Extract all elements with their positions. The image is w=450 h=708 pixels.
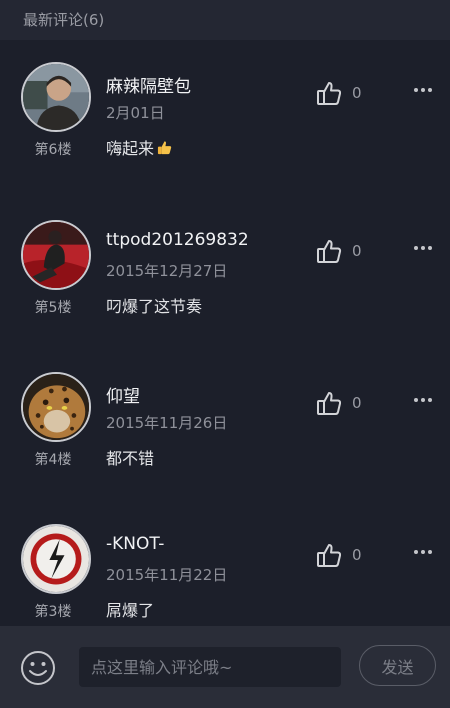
- floor-label: 第3楼: [34, 604, 72, 620]
- thumbs-up-icon[interactable]: [316, 542, 342, 568]
- comment-text: 叼爆了这节奏: [106, 293, 202, 317]
- thumbs-up-emoji-icon: [157, 140, 172, 154]
- more-options-icon[interactable]: [413, 542, 433, 562]
- like-count: 0: [352, 546, 362, 564]
- username[interactable]: 仰望: [106, 382, 140, 407]
- thumbs-up-icon[interactable]: [316, 80, 342, 106]
- like-count: 0: [352, 242, 362, 260]
- username[interactable]: 麻辣隔壁包: [106, 72, 191, 97]
- comment-item: 第6楼 麻辣隔壁包 2月01日 嗨起来 0: [0, 40, 450, 192]
- comment-text-content: 嗨起来: [106, 139, 155, 158]
- comment-date: 2015年11月26日: [106, 414, 228, 432]
- comment-text-content: 叼爆了这节奏: [106, 297, 203, 316]
- comment-date: 2015年11月22日: [106, 566, 228, 584]
- thumbs-up-icon[interactable]: [316, 390, 342, 416]
- comment-item: 第5楼 ttpod201269832 2015年12月27日 叼爆了这节奏 0: [0, 198, 450, 350]
- comments-header-title: 最新评论(6): [23, 11, 105, 29]
- more-options-icon[interactable]: [413, 390, 433, 410]
- username[interactable]: -KNOT-: [106, 534, 164, 554]
- floor-label: 第6楼: [34, 142, 72, 158]
- comments-header: 最新评论(6): [0, 0, 450, 40]
- like-count: 0: [352, 84, 362, 102]
- comment-text: 嗨起来: [106, 135, 172, 159]
- username[interactable]: ttpod201269832: [106, 230, 249, 250]
- floor-label: 第5楼: [34, 300, 72, 316]
- comment-date: 2015年12月27日: [106, 262, 228, 280]
- like-count: 0: [352, 394, 362, 412]
- comment-text: 都不错: [106, 445, 154, 469]
- avatar[interactable]: [21, 372, 91, 442]
- comment-text: 屌爆了: [106, 597, 154, 621]
- comment-date: 2月01日: [106, 104, 165, 122]
- more-options-icon[interactable]: [413, 80, 433, 100]
- avatar[interactable]: [21, 524, 91, 594]
- floor-label: 第4楼: [34, 452, 72, 468]
- avatar[interactable]: [21, 220, 91, 290]
- thumbs-up-icon[interactable]: [316, 238, 342, 264]
- emoji-icon[interactable]: [20, 650, 56, 686]
- comment-text-content: 屌爆了: [106, 601, 155, 620]
- send-button[interactable]: 发送: [359, 645, 436, 686]
- comment-input-bar: 发送: [0, 626, 450, 708]
- more-options-icon[interactable]: [413, 238, 433, 258]
- comment-input[interactable]: [79, 647, 341, 687]
- comment-item: 第4楼 仰望 2015年11月26日 都不错 0: [0, 350, 450, 502]
- comment-text-content: 都不错: [106, 449, 155, 468]
- avatar[interactable]: [21, 62, 91, 132]
